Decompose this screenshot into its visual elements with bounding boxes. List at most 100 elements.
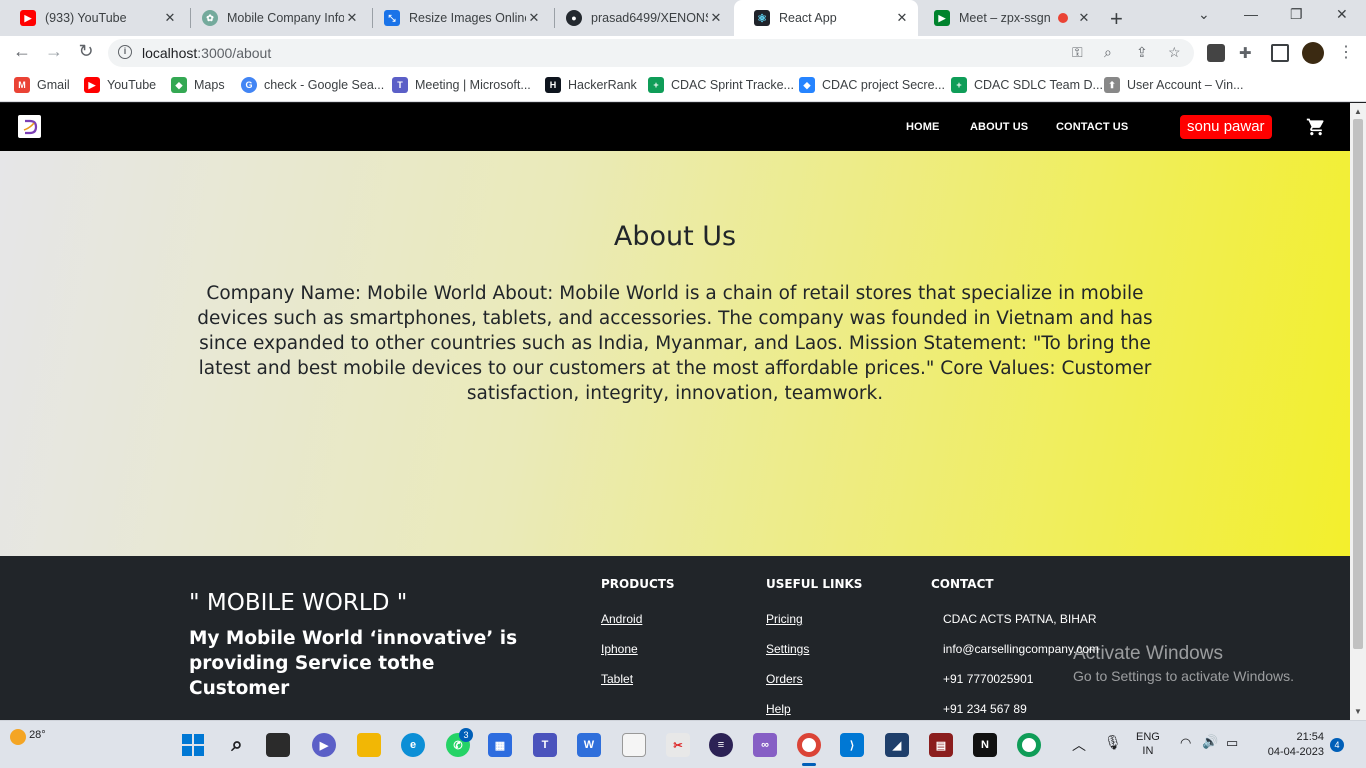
bookmark-label: User Account – Vin...	[1127, 78, 1244, 92]
url-path: :3000/about	[197, 45, 272, 61]
battery-icon[interactable]: ▭	[1226, 735, 1238, 751]
bookmark-star-icon[interactable]: ☆	[1168, 44, 1181, 61]
close-icon[interactable]: ✕	[162, 10, 178, 26]
tab-youtube[interactable]: ▶ (933) YouTube ✕	[0, 4, 186, 32]
forward-icon[interactable]: →	[42, 41, 66, 62]
edge-icon[interactable]: e	[401, 733, 425, 757]
mysql-workbench-icon[interactable]: ◢	[885, 733, 909, 757]
close-icon[interactable]: ✕	[1076, 10, 1092, 26]
wifi-icon[interactable]: ◠	[1180, 735, 1191, 751]
winrar-icon[interactable]: ▤	[929, 733, 953, 757]
about-description: Company Name: Mobile World About: Mobile…	[197, 283, 1153, 404]
bookmark-label: Gmail	[37, 78, 70, 92]
bookmark-gmail[interactable]: M Gmail	[14, 77, 70, 93]
url-text[interactable]: localhost:3000/about	[142, 45, 271, 61]
page-scrollbar[interactable]: ▲ ▼	[1350, 103, 1366, 720]
bookmark-google-search[interactable]: G check - Google Sea...	[241, 77, 384, 93]
cart-icon[interactable]	[1306, 117, 1326, 137]
store-icon[interactable]: ▦	[488, 733, 512, 757]
region-code: IN	[1142, 745, 1154, 757]
eclipse-icon[interactable]: ≡	[709, 733, 733, 757]
react-icon: ⚛	[754, 10, 770, 26]
footer-link-tablet[interactable]: Tablet	[601, 672, 633, 686]
tab-google-meet[interactable]: ▶ Meet – zpx-ssgn- ✕	[914, 4, 1100, 32]
nav-about-us[interactable]: ABOUT US	[970, 121, 1028, 133]
notion-icon[interactable]: N	[973, 733, 997, 757]
microphone-icon[interactable]: 🎙	[1104, 734, 1122, 751]
bookmark-youtube[interactable]: ▶ YouTube	[84, 77, 156, 93]
close-window-icon[interactable]: ✕	[1336, 6, 1348, 23]
close-icon[interactable]: ✕	[526, 10, 542, 26]
chrome-profile-icon[interactable]	[1017, 733, 1041, 757]
tab-title: Mobile Company Infor	[227, 11, 344, 25]
site-info-icon[interactable]: i	[118, 45, 132, 59]
bookmark-maps[interactable]: ◆ Maps	[171, 77, 225, 93]
back-icon[interactable]: ←	[10, 41, 34, 62]
footer-link-help[interactable]: Help	[766, 702, 791, 716]
bookmark-teams-meeting[interactable]: T Meeting | Microsoft...	[392, 77, 531, 93]
close-icon[interactable]: ✕	[708, 10, 724, 26]
scrollbar-thumb[interactable]	[1353, 119, 1363, 649]
minimize-icon[interactable]: —	[1244, 6, 1258, 22]
user-name-button[interactable]: sonu pawar	[1180, 115, 1272, 139]
notepad-icon[interactable]	[622, 733, 646, 757]
scroll-down-icon[interactable]: ▼	[1354, 707, 1362, 716]
teams-icon[interactable]: T	[533, 733, 557, 757]
file-explorer-icon[interactable]	[357, 733, 381, 757]
tray-overflow-icon[interactable]: ︿	[1072, 735, 1086, 755]
search-icon[interactable]: ⌕	[225, 733, 249, 757]
side-panel-icon[interactable]	[1271, 44, 1289, 62]
bookmark-hackerrank[interactable]: H HackerRank	[545, 77, 637, 93]
footer-link-orders[interactable]: Orders	[766, 672, 803, 686]
extension-se-icon[interactable]	[1207, 44, 1225, 62]
zoom-icon[interactable]: ⌕	[1104, 44, 1112, 61]
nav-contact-us[interactable]: CONTACT US	[1056, 121, 1128, 133]
share-icon[interactable]: ⇪	[1136, 44, 1148, 61]
footer-link-pricing[interactable]: Pricing	[766, 612, 803, 626]
volume-icon[interactable]: 🔊	[1202, 734, 1218, 750]
address-bar[interactable]: i localhost:3000/about ⚿ ⌕ ⇪ ☆	[108, 39, 1194, 67]
logo[interactable]	[18, 115, 41, 138]
tab-react-app[interactable]: ⚛ React App ✕	[734, 0, 918, 36]
language-indicator[interactable]: ENG IN	[1136, 730, 1160, 758]
footer-link-android[interactable]: Android	[601, 612, 642, 626]
clock[interactable]: 21:54 04-04-2023	[1258, 730, 1324, 760]
footer-link-iphone[interactable]: Iphone	[601, 642, 638, 656]
reload-icon[interactable]: ↻	[74, 41, 98, 62]
teams-chat-icon[interactable]: ▶	[312, 733, 336, 757]
task-view-icon[interactable]	[266, 733, 290, 757]
bookmark-label: HackerRank	[568, 78, 637, 92]
sun-icon	[10, 729, 26, 745]
vscode-icon[interactable]: ⟩	[840, 733, 864, 757]
start-icon[interactable]	[181, 733, 205, 757]
bookmark-project-secret[interactable]: ◆ CDAC project Secre...	[799, 77, 945, 93]
bookmark-user-account[interactable]: ⬆ User Account – Vin...	[1104, 77, 1244, 93]
tab-mobile-company[interactable]: ✿ Mobile Company Infor ✕	[182, 4, 368, 32]
close-icon[interactable]: ✕	[344, 10, 360, 26]
bookmark-sdlc-team[interactable]: + CDAC SDLC Team D...	[951, 77, 1103, 93]
snipping-tool-icon[interactable]: ✂	[666, 733, 690, 757]
wps-writer-icon[interactable]: W	[577, 733, 601, 757]
scroll-up-icon[interactable]: ▲	[1354, 107, 1362, 116]
extensions-puzzle-icon[interactable]: ✚	[1239, 44, 1257, 62]
new-tab-button[interactable]: +	[1110, 6, 1123, 32]
browser-tab-strip: ▶ (933) YouTube ✕ ✿ Mobile Company Infor…	[0, 0, 1366, 36]
weather-widget[interactable]: 28°	[10, 729, 46, 745]
close-icon[interactable]: ✕	[894, 10, 910, 26]
profile-avatar[interactable]	[1302, 42, 1324, 64]
key-icon[interactable]: ⚿	[1072, 44, 1083, 61]
chrome-icon[interactable]	[797, 733, 821, 757]
tab-resize-images[interactable]: ⤡ Resize Images Online ✕	[364, 4, 550, 32]
sheets-icon: +	[648, 77, 664, 93]
bookmark-label: check - Google Sea...	[264, 78, 385, 92]
visual-studio-icon[interactable]: ∞	[753, 733, 777, 757]
footer-link-settings[interactable]: Settings	[766, 642, 809, 656]
tab-search-icon[interactable]: ⌄	[1198, 6, 1210, 23]
nav-home[interactable]: HOME	[906, 121, 939, 133]
tab-github[interactable]: ● prasad6499/XENONST ✕	[546, 4, 732, 32]
app-navbar: HOME ABOUT US CONTACT US sonu pawar	[0, 103, 1350, 151]
more-menu-icon[interactable]: ⋮	[1338, 42, 1356, 61]
restore-icon[interactable]: ❐	[1290, 6, 1303, 23]
notification-badge[interactable]: 4	[1330, 738, 1344, 752]
bookmark-sprint-tracker[interactable]: + CDAC Sprint Tracke...	[648, 77, 794, 93]
